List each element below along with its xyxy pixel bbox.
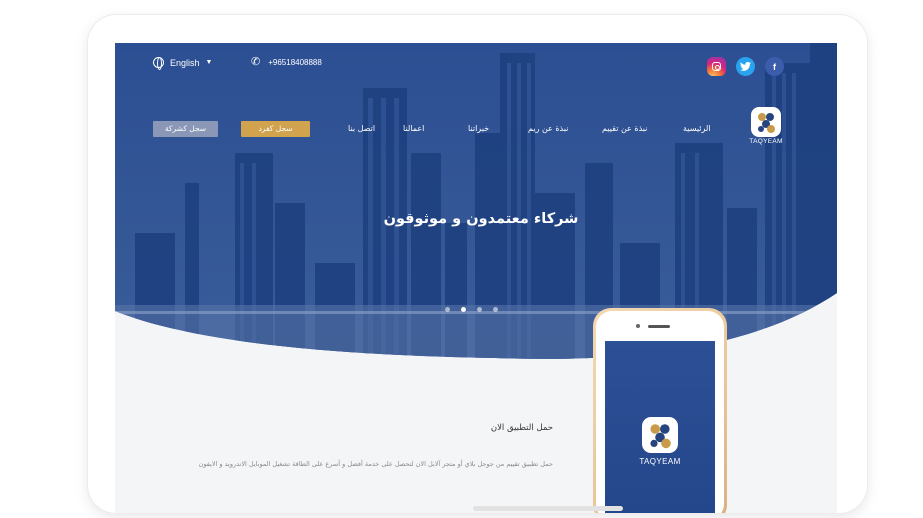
carousel-dots	[445, 307, 498, 312]
register-company-button[interactable]: سجل كشركة	[153, 121, 218, 137]
instagram-icon[interactable]	[707, 57, 726, 76]
camera-icon	[636, 324, 640, 328]
nav-about-reem[interactable]: نبذة عن ريم	[528, 124, 568, 133]
carousel-dot[interactable]	[493, 307, 498, 312]
page: English ▼ ✆ +96518408888 f سجل كشركة سجل…	[0, 0, 923, 518]
phone-contact[interactable]: ✆ +96518408888	[251, 57, 322, 68]
nav-home[interactable]: الرئيسية	[683, 124, 711, 133]
hero-section: English ▼ ✆ +96518408888 f سجل كشركة سجل…	[115, 43, 837, 373]
main-nav: سجل كشركة سجل كفرد اتصل بنا اعمالنا خبرا…	[115, 115, 837, 143]
caret-down-icon: ▼	[205, 59, 213, 66]
phone-icon: ✆	[251, 56, 261, 68]
nav-about-taqyeam[interactable]: نبذة عن تقييم	[602, 124, 647, 133]
download-description: حمل تطبيق تقييم من جوجل بلاي أو متجر آلا…	[198, 460, 553, 468]
logo-caption: TAQYEAM	[749, 138, 783, 145]
phone-screen: TAQYEAM	[605, 341, 715, 513]
top-bar: English ▼ ✆ +96518408888 f	[115, 57, 837, 77]
facebook-icon[interactable]: f	[765, 57, 784, 76]
globe-icon	[153, 57, 164, 70]
nav-contact-us[interactable]: اتصل بنا	[348, 124, 375, 133]
register-individual-button[interactable]: سجل كفرد	[241, 121, 310, 137]
hero-background	[115, 43, 837, 359]
phone-number: +96518408888	[268, 58, 322, 67]
tablet-frame: English ▼ ✆ +96518408888 f سجل كشركة سجل…	[88, 15, 867, 513]
logo-mark	[751, 107, 781, 137]
phone-mockup: TAQYEAM	[593, 308, 727, 513]
twitter-icon[interactable]	[736, 57, 755, 76]
nav-our-experience[interactable]: خبراتنا	[468, 124, 489, 133]
tablet-home-bar	[473, 506, 623, 511]
carousel-dot[interactable]	[445, 307, 450, 312]
nav-our-work[interactable]: اعمالنا	[403, 124, 424, 133]
carousel-dot[interactable]	[477, 307, 482, 312]
app-name: TAQYEAM	[639, 457, 681, 466]
download-app-section: حمل التطبيق الان حمل تطبيق تقييم من جوجل…	[115, 373, 837, 513]
language-selector[interactable]: English ▼	[153, 57, 213, 70]
hero-headline: شركاء معتمدون و موثوقون	[383, 211, 579, 227]
download-title: حمل التطبيق الان	[490, 423, 553, 433]
app-logo-icon	[642, 417, 678, 453]
carousel-dot-active[interactable]	[461, 307, 466, 312]
language-label: English	[170, 57, 200, 68]
website-screen: English ▼ ✆ +96518408888 f سجل كشركة سجل…	[115, 43, 837, 513]
social-links: f	[707, 57, 784, 76]
site-logo[interactable]: TAQYEAM	[746, 107, 786, 145]
speaker-icon	[648, 325, 670, 328]
